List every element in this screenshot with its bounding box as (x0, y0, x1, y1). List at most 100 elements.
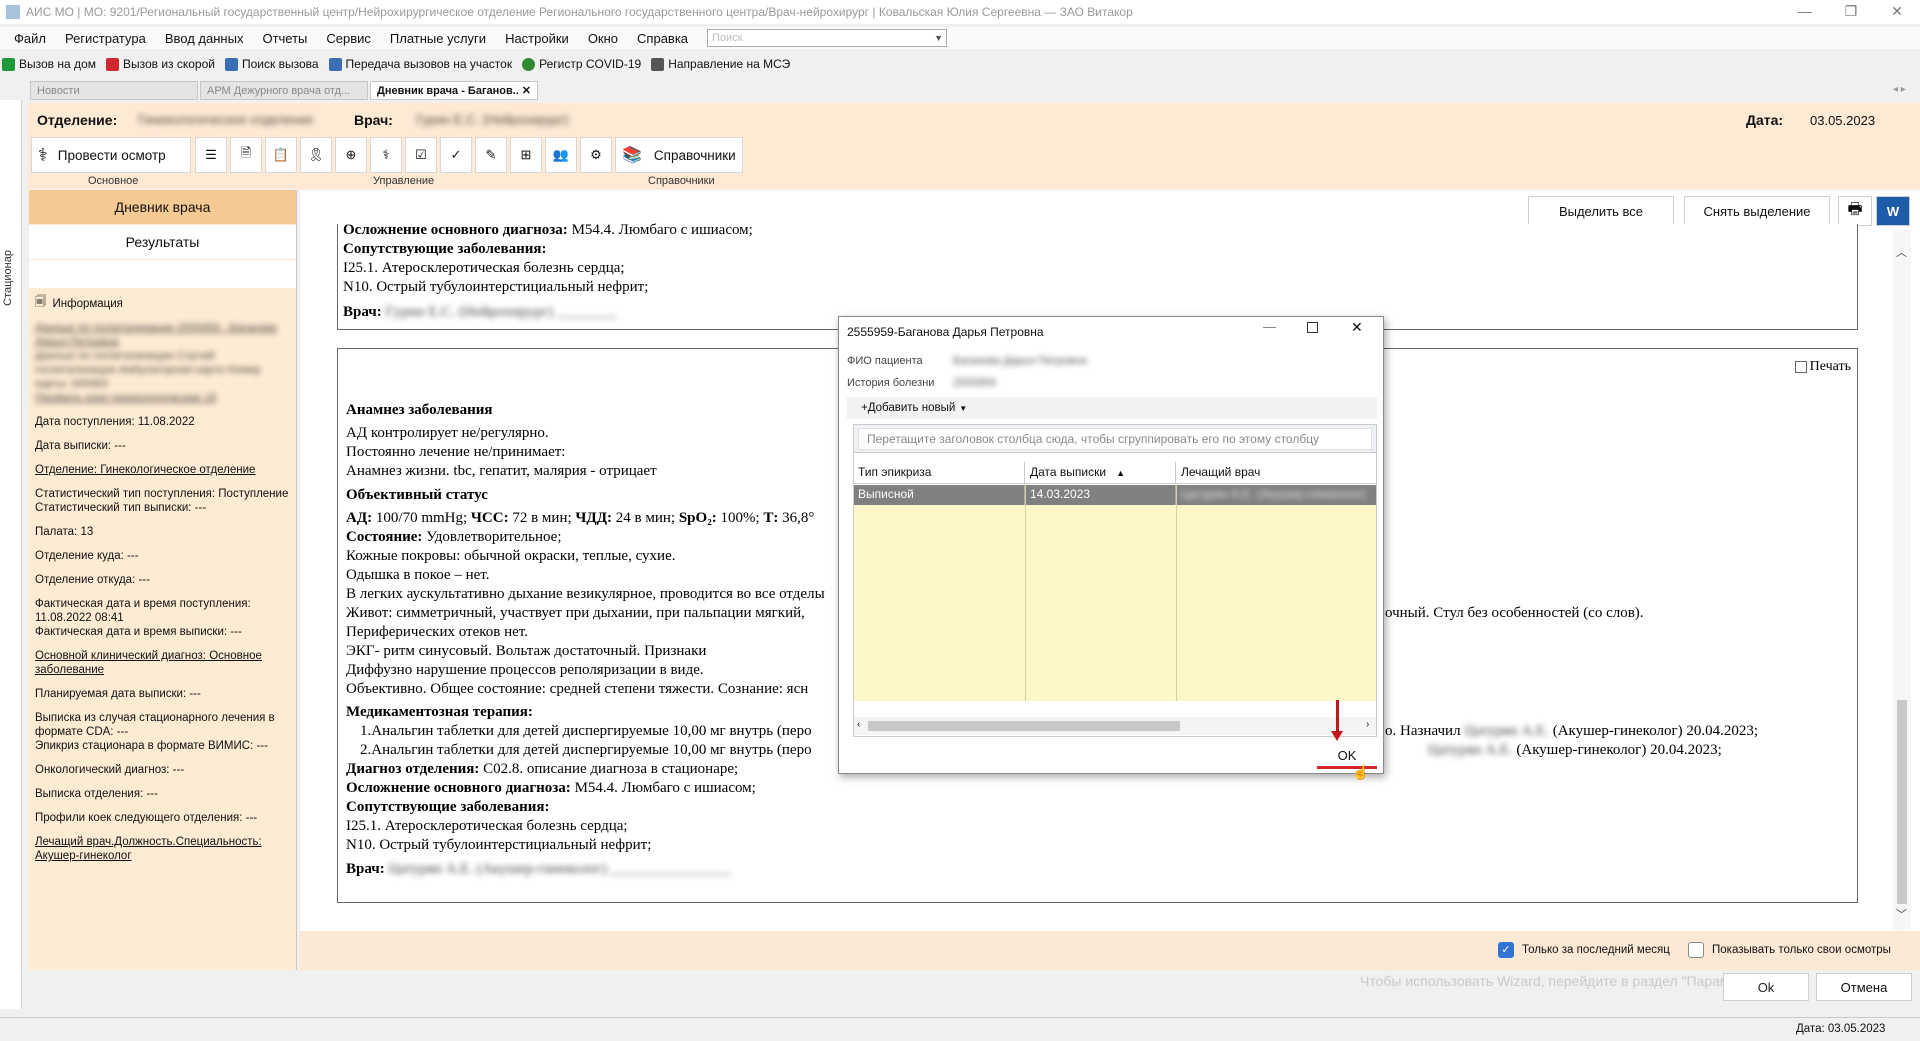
checkbox-icon[interactable] (1794, 360, 1807, 373)
side-strip: Стационар (0, 100, 22, 1009)
chevron-down-icon[interactable]: ▼ (934, 33, 946, 43)
comorb-label: Сопутствующие заболевания: (346, 799, 550, 815)
ribbon-icon[interactable]: 🎗 (300, 137, 332, 173)
col-header-doctor[interactable]: Лечащий врач (1177, 462, 1375, 484)
maximize-button[interactable]: ❐ (1828, 0, 1874, 24)
ok-main-button[interactable]: Ok (1723, 973, 1809, 1001)
print-checkbox[interactable]: Печать (1794, 357, 1851, 376)
transfer-calls-button[interactable]: Передача вызовов на участок (328, 57, 512, 71)
checklist-icon[interactable]: ☑ (405, 137, 437, 173)
scroll-left-icon[interactable]: ‹ (857, 719, 860, 730)
grid-col-divider (1025, 485, 1026, 701)
entry1-comorb-1: I25.1. Атеросклеротическая болезнь сердц… (343, 260, 625, 276)
scroll-down-icon[interactable]: ﹀ (1896, 906, 1907, 922)
add-document-icon[interactable]: ⊞ (510, 137, 542, 173)
document-scrollbar[interactable]: ︿ ﹀ (1893, 230, 1911, 930)
menu-paid-services[interactable]: Платные услуги (390, 31, 486, 46)
grid-header: Тип эпикриза Дата выписки ▲ Лечащий врач (854, 462, 1376, 484)
references-button[interactable]: 📚 Справочники (615, 137, 743, 173)
covid-register-button[interactable]: Регистр COVID-19 (522, 57, 641, 71)
table-row[interactable]: Выписной 14.03.2023 Цатурян А.Е. (Акушер… (854, 485, 1376, 505)
checkbox-icon[interactable] (1688, 942, 1704, 958)
entry1-comorb-label: Сопутствующие заболевания: (343, 241, 547, 257)
menu-registry[interactable]: Регистратура (65, 31, 146, 46)
add-new-dropdown[interactable]: +Добавить новый ▼ (847, 397, 1377, 419)
settings-doc-icon[interactable]: ⚙ (580, 137, 612, 173)
dialog-maximize-icon[interactable] (1307, 322, 1318, 333)
mse-referral-button[interactable]: Направление на МСЭ (651, 57, 790, 71)
group-hint: Перетащите заголовок столбца сюда, чтобы… (858, 427, 1372, 450)
stethoscope-icon[interactable]: ⚕ (370, 137, 402, 173)
grid-hscroll[interactable]: ‹ › (854, 717, 1376, 735)
info-main-diagnosis[interactable]: Основной клинический диагноз: Основное з… (35, 649, 290, 677)
document-tabs: Новости АРМ Дежурного врача отд... Дневн… (30, 81, 540, 100)
dialog-minimize-icon[interactable]: — (1263, 319, 1276, 334)
group-icon[interactable]: 👥 (545, 137, 577, 173)
last-month-checkbox[interactable]: ✓ Только за последний месяц (1498, 942, 1670, 958)
hscroll-thumb[interactable] (868, 721, 1180, 731)
nav-doctor-diary[interactable]: Дневник врача (29, 190, 296, 224)
menu-service[interactable]: Сервис (326, 31, 371, 46)
group-panel[interactable]: Перетащите заголовок столбца сюда, чтобы… (854, 425, 1376, 453)
tab-news[interactable]: Новости (30, 81, 198, 100)
exam-button[interactable]: ⚕ Провести осмотр (31, 137, 191, 173)
close-tab-icon[interactable]: ✕ (522, 84, 531, 97)
scroll-thumb[interactable] (1897, 700, 1907, 904)
diary-header: Отделение: Гинекологическое отделение Вр… (28, 103, 1920, 189)
scroll-up-icon[interactable]: ︿ (1896, 244, 1907, 260)
word-export-icon[interactable]: W (1876, 196, 1910, 226)
date-value: 03.05.2023 (1810, 113, 1876, 128)
fio-label: ФИО пациента (847, 355, 923, 367)
side-strip-label[interactable]: Стационар (2, 250, 14, 306)
clipboard-icon[interactable]: 📋 (265, 137, 297, 173)
referral-icon (651, 57, 665, 71)
search-input[interactable]: Поиск ▼ (707, 29, 948, 47)
scroll-right-icon[interactable]: › (1366, 719, 1369, 730)
app-logo-icon (6, 5, 20, 19)
ambulance-call-button[interactable]: Вызов из скорой (105, 57, 215, 71)
col-header-type[interactable]: Тип эпикриза (854, 462, 1025, 484)
tab-duty-doctor[interactable]: АРМ Дежурного врача отд... (200, 81, 368, 100)
search-call-button[interactable]: Поиск вызова (224, 57, 319, 71)
info-ward: Палата: 13 (35, 526, 94, 538)
menu-help[interactable]: Справка (637, 31, 688, 46)
dialog-close-icon[interactable]: ✕ (1351, 319, 1363, 336)
entry2-doctor: Врач: Цатурян А.Е. (Акушер-гинеколог) __… (346, 861, 731, 877)
fio-value: Баганова Дарья Петровна (953, 355, 1087, 367)
doctor-label: Врач: (354, 112, 393, 128)
quick-toolbar: Вызов на дом Вызов из скорой Поиск вызов… (0, 53, 1920, 75)
minimize-button[interactable]: — (1782, 0, 1828, 24)
col-header-date[interactable]: Дата выписки ▲ (1026, 462, 1176, 484)
doctor-value: Гурин Е.С. (Нейрохирург) (416, 112, 569, 127)
tab-scroll-arrows[interactable]: ◂ ▸ (1893, 84, 1906, 95)
menu-window[interactable]: Окно (588, 31, 618, 46)
own-only-checkbox[interactable]: Показывать только свои осмотры (1688, 942, 1891, 958)
mouse-cursor-icon: ☝ (1352, 764, 1370, 780)
search-icon (224, 57, 238, 71)
edit-icon[interactable]: ✎ (475, 137, 507, 173)
nav-results[interactable]: Результаты (29, 225, 296, 259)
entry1-complication: Осложнение основного диагноза: М54.4. Лю… (343, 222, 753, 238)
info-attending-doctor[interactable]: Лечащий врач.Должность.Специальность: Ак… (35, 835, 290, 863)
close-window-button[interactable]: ✕ (1874, 0, 1920, 24)
menu-data-entry[interactable]: Ввод данных (165, 31, 244, 46)
info-department[interactable]: Отделение: Гинекологическое отделение (35, 463, 290, 477)
dropdown-arrow-icon: ▼ (959, 403, 968, 413)
window-title: АИС МО | МО: 9201/Региональный государст… (26, 5, 1133, 19)
info-discharge-date: Дата выписки: --- (35, 440, 126, 452)
list-icon[interactable]: ☰ (195, 137, 227, 173)
home-call-button[interactable]: Вызов на дом (2, 57, 96, 71)
document-icon[interactable]: 🗎 (230, 137, 262, 173)
clipboard-check-icon[interactable]: ✓ (440, 137, 472, 173)
info-header: 🗐 Информация (35, 294, 290, 313)
check-icon[interactable]: ✓ (1498, 942, 1514, 958)
menu-file[interactable]: Файл (14, 31, 46, 46)
info-bed-profiles: Профили коек следующего отделения: --- (35, 812, 258, 824)
tab-doctor-diary[interactable]: Дневник врача - Баганов... ✕ (370, 81, 538, 100)
info-stat-type: Статистический тип поступления: Поступле… (35, 488, 289, 514)
complication-line: Осложнение основного диагноза: М54.4. Лю… (346, 780, 756, 796)
cancel-button[interactable]: Отмена (1816, 973, 1912, 1001)
add-record-icon[interactable]: ⊕ (335, 137, 367, 173)
menu-settings[interactable]: Настройки (505, 31, 569, 46)
menu-reports[interactable]: Отчеты (262, 31, 307, 46)
